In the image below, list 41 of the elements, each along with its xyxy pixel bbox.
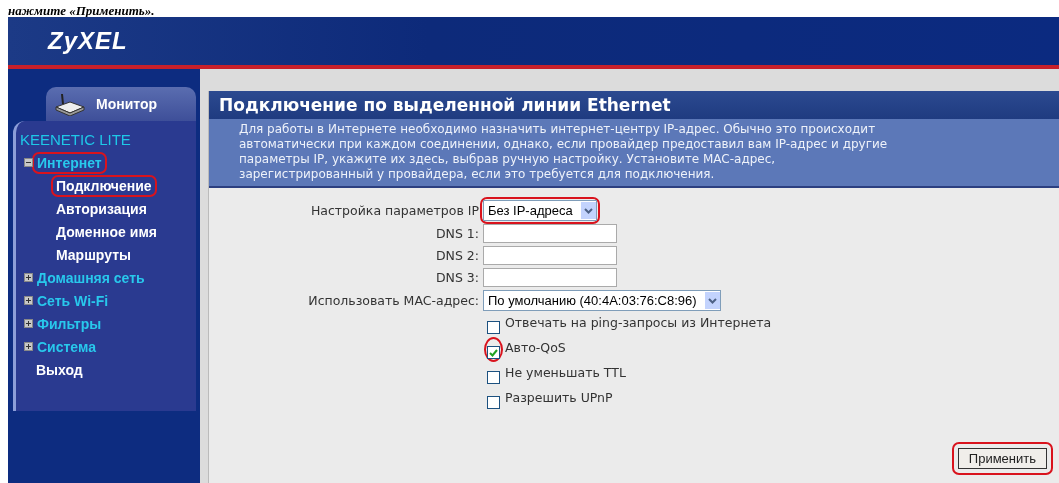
checkbox[interactable] [487,346,500,359]
menu-item[interactable]: Сеть Wi-Fi [35,292,111,309]
caption-text: нажмите «Применить». [8,2,155,19]
checkbox-label: Отвечать на ping-запросы из Интернета [505,315,772,330]
checkbox-label: Авто-QoS [505,340,566,355]
checkbox-label: Разрешить UPnP [505,390,613,405]
field-label: DNS 1: [435,226,479,241]
submenu-item[interactable]: Подключение [54,177,154,194]
input-field[interactable] [483,268,617,287]
dropdown-field[interactable]: По умолчанию (40:4A:03:76:C8:96) [483,290,721,311]
device-name: KEENETIC LITE [20,131,131,148]
dropdown-field[interactable]: Без IP-адреса [483,200,597,221]
checkbox[interactable] [487,321,500,334]
field-label: DNS 2: [435,248,479,263]
brand-logo: ZyXEL [48,27,128,55]
field-label: DNS 3: [435,270,479,285]
description-text: Для работы в Интернете необходимо назначить интернет-центру IP-адрес. Обычно это происходит автоматически при каждом соединении, однако, если провайдер предоставил вам IP-адрес и другие параметры IP, укажите их здесь, выбрав ручную настройку. Установите MAC-адрес, зарегистрированный у провайдера, если это требуется для подключения. [209,119,1059,188]
expand-icon[interactable] [24,296,33,305]
menu-item[interactable]: Выход [34,361,85,378]
checkbox[interactable] [487,396,500,409]
menu-item[interactable]: Система [35,338,98,355]
checkbox[interactable] [487,371,500,384]
monitor-tab[interactable]: Монитор [46,87,196,121]
apply-button[interactable]: Применить [957,448,1047,469]
input-field[interactable] [483,224,617,243]
collapse-icon[interactable] [24,158,33,167]
menu-item[interactable]: Интернет [35,154,104,171]
field-label: Использовать MAC-адрес: [308,293,479,308]
expand-icon[interactable] [24,319,33,328]
menu-item[interactable]: Домашняя сеть [35,269,147,286]
router-icon [54,92,86,116]
expand-icon[interactable] [24,342,33,351]
submenu-item[interactable]: Доменное имя [54,223,159,240]
field-label: Настройка параметров IP [310,203,479,218]
expand-icon[interactable] [24,273,33,282]
submenu-item[interactable]: Маршруты [54,246,133,263]
checkbox-label: Не уменьшать TTL [505,365,626,380]
submenu-item[interactable]: Авторизация [54,200,149,217]
page-title: Подключение по выделенной линии Ethernet [209,91,1059,119]
menu-item[interactable]: Фильтры [35,315,104,332]
input-field[interactable] [483,246,617,265]
